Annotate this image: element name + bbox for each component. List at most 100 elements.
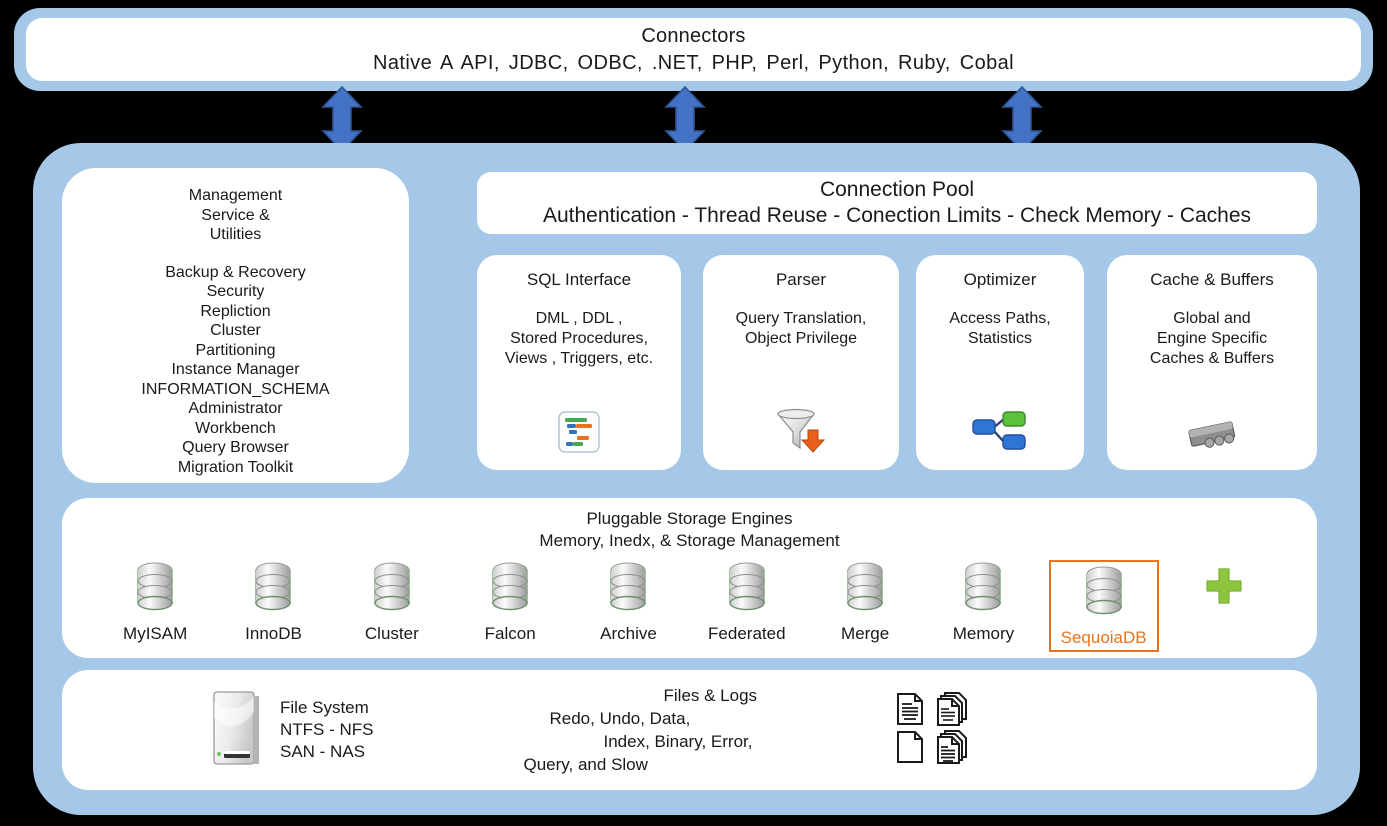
document-icons-group bbox=[889, 691, 973, 769]
blank-document-icon bbox=[895, 730, 925, 769]
parser-desc-line: Query Translation, bbox=[735, 310, 867, 327]
management-item: Instance Manager bbox=[171, 361, 300, 378]
sql-interface-title: SQL Interface bbox=[526, 270, 632, 289]
connectors-bar: Connectors Native A API, JDBC, ODBC, .NE… bbox=[14, 8, 1373, 91]
storage-engine-label: Archive bbox=[600, 624, 657, 643]
stacked-documents-icon bbox=[935, 691, 969, 731]
management-heading-line2: Service & bbox=[201, 206, 270, 224]
files-logs-line: Query, and Slow bbox=[523, 755, 648, 774]
gantt-chart-icon bbox=[477, 410, 681, 454]
management-item-list: Backup & Recovery Security Repliction Cl… bbox=[72, 263, 399, 478]
cache-buffers-desc-line: Engine Specific bbox=[1156, 330, 1268, 347]
storage-engine-row: MyISAM InnoDB Cluster Falcon Archive Fed… bbox=[62, 552, 1317, 652]
storage-engine-archive[interactable]: Archive bbox=[569, 560, 687, 644]
management-services-card: Management Service & Utilities Backup & … bbox=[62, 168, 409, 483]
optimizer-title: Optimizer bbox=[963, 270, 1037, 289]
management-heading: Management Service & Utilities bbox=[72, 186, 399, 245]
storage-engine-cluster[interactable]: Cluster bbox=[333, 560, 451, 644]
storage-engine-innodb[interactable]: InnoDB bbox=[214, 560, 332, 644]
management-item: INFORMATION_SCHEMA bbox=[141, 380, 330, 398]
storage-engine-merge[interactable]: Merge bbox=[806, 560, 924, 644]
cache-buffers-title: Cache & Buffers bbox=[1150, 270, 1274, 289]
cache-buffers-card: Cache & Buffers Global and Engine Specif… bbox=[1107, 255, 1317, 470]
hard-drive-icon bbox=[210, 688, 262, 773]
files-logs-title: Files & Logs bbox=[663, 686, 758, 705]
mysql-server-panel: Management Service & Utilities Backup & … bbox=[33, 143, 1360, 815]
management-item: Security bbox=[206, 283, 265, 300]
storage-engine-memory[interactable]: Memory bbox=[924, 560, 1042, 644]
storage-engine-label: InnoDB bbox=[245, 624, 302, 643]
sql-interface-desc-line: Stored Procedures, bbox=[510, 330, 648, 347]
management-heading-line3: Utilities bbox=[209, 226, 262, 243]
optimizer-desc-line: Statistics bbox=[967, 330, 1032, 347]
storage-heading-line2: Memory, Inedx, & Storage Management bbox=[539, 531, 840, 550]
optimizer-description: Access Paths, Statistics bbox=[916, 309, 1084, 349]
lined-document-icon bbox=[895, 692, 925, 731]
database-cylinder-icon bbox=[487, 560, 533, 619]
parser-card: Parser Query Translation, Object Privile… bbox=[703, 255, 899, 470]
storage-engines-heading: Pluggable Storage Engines Memory, Inedx,… bbox=[62, 498, 1317, 552]
database-cylinder-icon bbox=[605, 560, 651, 619]
management-item: Repliction bbox=[200, 302, 271, 320]
add-storage-engine-button[interactable] bbox=[1165, 560, 1283, 613]
connectors-list: Native A API, JDBC, ODBC, .NET, PHP, Per… bbox=[373, 51, 1014, 74]
connection-pool-subtitle: Authentication - Thread Reuse - Conectio… bbox=[542, 204, 1252, 227]
management-item: Partitioning bbox=[195, 341, 276, 359]
management-item: Administrator bbox=[188, 400, 283, 417]
optimizer-desc-line: Access Paths, bbox=[949, 310, 1051, 327]
cache-buffers-desc-line: Global and bbox=[1173, 310, 1251, 327]
storage-engine-label: Falcon bbox=[484, 624, 536, 643]
storage-engine-label: MyISAM bbox=[123, 624, 188, 643]
management-item: Backup & Recovery bbox=[165, 263, 306, 281]
database-cylinder-icon bbox=[250, 560, 296, 619]
database-cylinder-icon bbox=[1081, 564, 1127, 623]
file-system-line: File System bbox=[280, 698, 369, 717]
management-item: Workbench bbox=[195, 419, 276, 437]
management-item: Query Browser bbox=[182, 439, 289, 456]
database-cylinder-icon bbox=[842, 560, 888, 619]
database-cylinder-icon bbox=[132, 560, 178, 619]
cache-buffers-description: Global and Engine Specific Caches & Buff… bbox=[1107, 309, 1317, 369]
cache-buffers-desc-line: Caches & Buffers bbox=[1149, 350, 1275, 367]
sql-interface-desc-line: Views , Triggers, etc. bbox=[504, 350, 654, 367]
file-system-text: File System NTFS - NFS SAN - NAS bbox=[280, 697, 374, 763]
storage-engine-federated[interactable]: Federated bbox=[688, 560, 806, 644]
pluggable-storage-engines-card: Pluggable Storage Engines Memory, Inedx,… bbox=[62, 498, 1317, 658]
storage-engine-label: Merge bbox=[841, 624, 890, 643]
files-logs-line: Redo, Undo, Data, bbox=[549, 709, 691, 728]
storage-engine-label: Federated bbox=[708, 624, 786, 643]
optimizer-card: Optimizer Access Paths, Statistics bbox=[916, 255, 1084, 470]
management-item: Cluster bbox=[210, 322, 261, 339]
files-logs-text: Files & Logs Redo, Undo, Data, Index, Bi… bbox=[524, 684, 758, 776]
plus-icon bbox=[1202, 564, 1246, 613]
file-system-line: NTFS - NFS bbox=[280, 720, 374, 739]
sql-interface-desc-line: DML , DDL , bbox=[535, 310, 623, 327]
database-cylinder-icon bbox=[369, 560, 415, 619]
connectors-title: Connectors bbox=[641, 24, 746, 47]
memory-chip-icon bbox=[1107, 416, 1317, 454]
files-and-logs-card: File System NTFS - NFS SAN - NAS Files &… bbox=[62, 670, 1317, 790]
sql-interface-card: SQL Interface DML , DDL , Stored Procedu… bbox=[477, 255, 681, 470]
files-logs-line: Index, Binary, Error, bbox=[603, 732, 753, 751]
database-cylinder-icon bbox=[960, 560, 1006, 619]
storage-heading-line1: Pluggable Storage Engines bbox=[586, 509, 793, 528]
storage-engine-myisam[interactable]: MyISAM bbox=[96, 560, 214, 644]
storage-engine-label: Cluster bbox=[364, 624, 419, 643]
storage-engine-falcon[interactable]: Falcon bbox=[451, 560, 569, 644]
connectors-inner-card: Connectors Native A API, JDBC, ODBC, .NE… bbox=[26, 18, 1361, 81]
storage-engine-label: SequoiaDB bbox=[1060, 628, 1147, 647]
storage-engine-sequoiadb[interactable]: SequoiaDB bbox=[1048, 560, 1159, 652]
management-item: Migration Toolkit bbox=[177, 458, 294, 476]
connection-pool-title: Connection Pool bbox=[819, 178, 975, 201]
parser-description: Query Translation, Object Privilege bbox=[703, 309, 899, 349]
stacked-lined-documents-icon bbox=[935, 729, 969, 769]
parser-title: Parser bbox=[775, 270, 827, 289]
parser-desc-line: Object Privilege bbox=[744, 330, 858, 347]
branch-nodes-icon bbox=[916, 410, 1084, 454]
sql-interface-description: DML , DDL , Stored Procedures, Views , T… bbox=[477, 309, 681, 369]
file-system-line: SAN - NAS bbox=[280, 742, 366, 761]
funnel-icon bbox=[703, 408, 899, 454]
database-cylinder-icon bbox=[724, 560, 770, 619]
file-system-block: File System NTFS - NFS SAN - NAS bbox=[210, 688, 374, 773]
connection-pool-card: Connection Pool Authentication - Thread … bbox=[477, 172, 1317, 234]
